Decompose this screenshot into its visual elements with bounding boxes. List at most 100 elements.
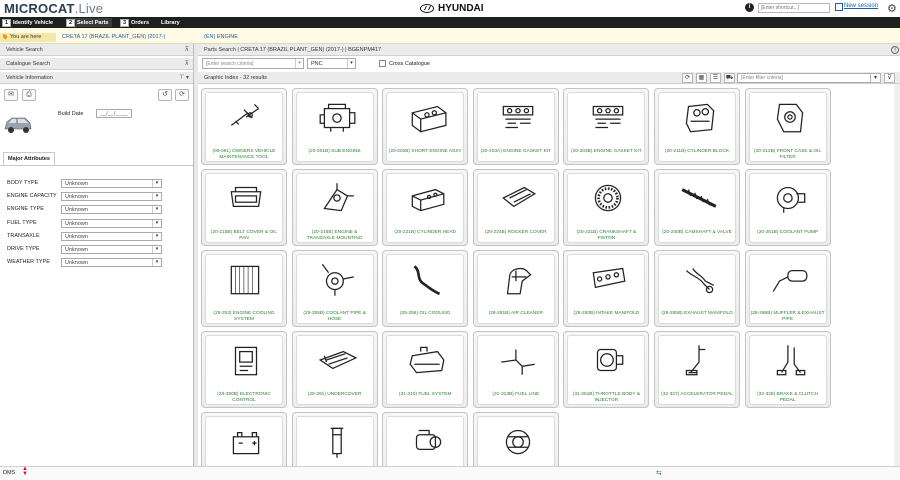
reset-button[interactable]: ↺ — [158, 89, 172, 101]
starter-icon — [416, 429, 442, 451]
email-button[interactable]: ✉ — [4, 89, 18, 101]
part-tile[interactable]: (25-253) ENGINE COOLING SYSTEM — [201, 250, 287, 327]
part-tile-inner: (09-091) OWNERS VEHICLE MAINTENANCE TOOL — [205, 92, 283, 162]
vehicle-search-header[interactable]: Vehicle Search ⊼ — [0, 44, 193, 56]
filter-input[interactable]: [Enter filter criteria] — [737, 73, 881, 83]
hose-icon — [413, 265, 441, 295]
chevron-down-icon[interactable]: ▾ — [347, 59, 355, 68]
chevron-down-icon[interactable]: ▾ — [152, 219, 161, 227]
part-tile[interactable]: (20-215B) BELT COVER & OIL PAN — [201, 169, 287, 246]
part-tile[interactable]: (28-281B) AIR CLEANER — [472, 250, 559, 327]
print-button[interactable]: ⎙ — [22, 89, 36, 101]
part-tile[interactable]: (29-291) UNDERCOVER — [291, 331, 378, 408]
chevron-down-icon[interactable]: ▾ — [152, 180, 161, 187]
chevron-down-icon[interactable]: ▾ — [152, 206, 161, 214]
part-tile[interactable]: (20-213B) FRONT CASE & OIL FILTER — [744, 88, 831, 165]
filter-icon[interactable]: ⊽ — [884, 73, 895, 83]
collapse-icon: ⊼ — [184, 47, 189, 53]
attribute-select[interactable]: Unknown ▾ — [61, 218, 162, 228]
part-tile[interactable]: (20-211B) CYLINDER BLOCK — [654, 88, 740, 165]
part-tile-label: (20-203A) ENGINE GASKET KIT — [480, 149, 552, 154]
tab-orders[interactable]: 3 Orders — [120, 18, 149, 27]
part-tile[interactable] — [382, 412, 469, 466]
gear-icon[interactable]: ⚙ — [887, 2, 897, 15]
part-tile[interactable]: (20-203A) ENGINE GASKET KIT — [472, 88, 559, 165]
part-tile[interactable] — [472, 412, 559, 466]
chevron-down-icon[interactable]: ▾ — [870, 73, 881, 83]
part-tile[interactable]: (32-328) BRAKE & CLUTCH PEDAL — [744, 331, 831, 408]
new-session-link[interactable]: New session — [835, 3, 879, 11]
info-icon[interactable]: i — [891, 46, 899, 54]
cross-catalogue-checkbox[interactable] — [379, 60, 386, 67]
info-icon[interactable]: i — [745, 3, 754, 12]
search-mode-select[interactable]: PNC ▾ — [307, 58, 356, 69]
dms-label: DMS — [3, 470, 16, 476]
part-tile[interactable]: (28-390B) ELECTRONIC CONTROL — [201, 331, 287, 408]
attribute-select[interactable]: Unknown ▾ — [61, 192, 162, 202]
part-tile-inner: (20-224B) ROCKER COVER — [476, 173, 555, 243]
part-tile[interactable]: (32-327) ACCELERATOR PEDAL — [654, 331, 740, 408]
tab-identify-vehicle[interactable]: 1 Identify Vehicle — [2, 18, 53, 27]
build-date-field[interactable]: __/__/____ — [96, 109, 132, 118]
part-tile[interactable]: (20-240B) CAMSHAFT & VALVE — [654, 169, 740, 246]
vehicle-information-header[interactable]: Vehicle Information ⊤ ▾ — [0, 72, 193, 84]
part-tile[interactable]: (20-221B) CYLINDER HEAD — [382, 169, 469, 246]
part-tile-inner: (28-283B) INTAKE MANIFOLD — [567, 254, 646, 324]
part-tile[interactable]: (20-203B) ENGINE GASKET KIT — [563, 88, 650, 165]
catalogue-search-header[interactable]: Catalogue Search ⊼ — [0, 58, 193, 70]
air-cleaner-icon — [506, 267, 532, 295]
part-tile[interactable]: (31-351B) THROTTLE BODY & INJECTOR — [563, 331, 650, 408]
part-tile[interactable]: (20-251B) COOLANT PUMP — [744, 169, 831, 246]
part-tile[interactable]: (31-310) FUEL SYSTEM — [382, 331, 469, 408]
chevron-down-icon[interactable]: ▾ — [152, 232, 161, 240]
shortcut-input[interactable] — [758, 3, 830, 13]
search-input[interactable]: [Enter search criteria] ▾ — [202, 58, 304, 69]
tab-library[interactable]: Library — [161, 18, 180, 27]
chevron-down-icon[interactable]: ▾ — [152, 193, 161, 201]
tab-select-parts[interactable]: 2 Select Parts — [66, 18, 112, 27]
part-tile[interactable]: (20-224B) ROCKER COVER — [472, 169, 559, 246]
part-tile-label: (28-283B) INTAKE MANIFOLD — [573, 311, 640, 316]
chevron-down-icon[interactable]: ▾ — [152, 259, 161, 267]
part-tile[interactable]: (25-255B) COOLANT PIPE & HOSE — [291, 250, 378, 327]
attribute-select[interactable]: Unknown ▾ — [61, 205, 162, 215]
part-tile-inner — [476, 416, 555, 466]
grid-view-icon[interactable]: ▦ — [696, 73, 707, 83]
part-tile[interactable]: (20-216B) ENGINE & TRANSAXLE MOUNTING — [291, 169, 378, 246]
part-tile[interactable]: (20-231B) CRANKSHAFT & PISTON — [563, 169, 650, 246]
manifold-icon — [592, 267, 626, 289]
part-tile-label: (32-328) BRAKE & CLUTCH PEDAL — [757, 392, 819, 403]
part-tile[interactable]: (20-202B) SHORT ENGINE ASSY — [382, 88, 469, 165]
breadcrumb-section[interactable]: (EN) ENGINE — [204, 34, 238, 40]
part-tile[interactable] — [291, 412, 378, 466]
attribute-select[interactable]: Unknown ▾ — [61, 258, 162, 268]
transfer-icon[interactable]: ⇆ — [656, 469, 662, 477]
part-tile[interactable]: (25-256) OIL COOLING — [382, 250, 469, 327]
part-tile-inner: (31-313B) FUEL LINE — [476, 335, 555, 405]
scrollbar[interactable] — [894, 84, 900, 466]
chevron-down-icon[interactable]: ▾ — [152, 246, 161, 253]
attribute-label: ENGINE TYPE — [7, 206, 44, 213]
part-tile[interactable]: (28-286B) MUFFLER & EXHAUST PIPE — [744, 250, 831, 327]
tab-major-attributes[interactable]: Major Attributes — [3, 152, 55, 165]
attribute-select[interactable]: Unknown ▾ — [61, 245, 162, 254]
part-tile[interactable]: (09-091) OWNERS VEHICLE MAINTENANCE TOOL — [201, 88, 287, 165]
attribute-select[interactable]: Unknown ▾ — [61, 179, 162, 188]
refresh-icon[interactable]: ⟳ — [682, 73, 693, 83]
chevron-down-icon[interactable]: ▾ — [295, 59, 303, 68]
part-tile[interactable] — [201, 412, 287, 466]
part-tile[interactable]: (20-201B) SUB ENGINE — [291, 88, 378, 165]
attribute-select[interactable]: Unknown ▾ — [61, 231, 162, 241]
brand-logo: HYUNDAI — [420, 3, 484, 14]
sort-arrows-icon[interactable]: ▲ ▼ — [22, 466, 28, 477]
part-tile-inner: (29-291) UNDERCOVER — [295, 335, 374, 405]
breadcrumb-model[interactable]: CRETA 17 (BRAZIL PLANT_GEN) (2017-) — [62, 34, 165, 40]
part-tile[interactable]: (31-313B) FUEL LINE — [472, 331, 559, 408]
part-tile[interactable]: (28-283B) INTAKE MANIFOLD — [563, 250, 650, 327]
front-case-icon — [776, 103, 803, 133]
part-tile-label: (09-091) OWNERS VEHICLE MAINTENANCE TOOL — [212, 149, 276, 160]
vehicle-icon[interactable]: ⛟ — [724, 73, 735, 83]
part-tile[interactable]: (28-285B) EXHAUST MANIFOLD — [654, 250, 740, 327]
list-view-icon[interactable]: ☰ — [710, 73, 721, 83]
refresh-button[interactable]: ⟳ — [175, 89, 189, 101]
